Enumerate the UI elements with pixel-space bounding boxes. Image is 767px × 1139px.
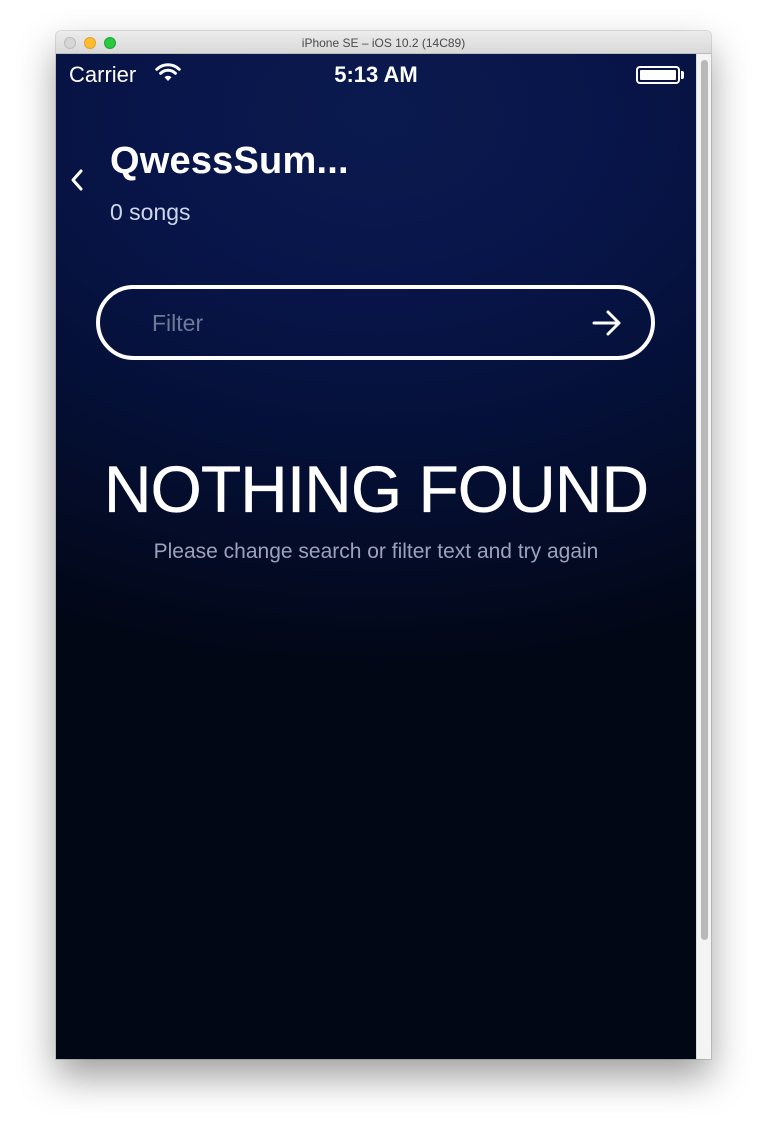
arrow-right-icon[interactable] [592,309,622,337]
window-titlebar[interactable]: iPhone SE – iOS 10.2 (14C89) [56,31,711,54]
battery-level [640,70,676,80]
window-title: iPhone SE – iOS 10.2 (14C89) [301,36,466,50]
empty-state-message: Please change search or filter text and … [153,540,599,563]
filter-input[interactable] [150,305,574,341]
battery-tip [681,71,684,79]
scrollbar[interactable] [696,54,711,1059]
status-time: 5:13 AM [334,62,418,87]
playlist-title: QwessSum... [110,140,349,182]
simulator-window: iPhone SE – iOS 10.2 (14C89) Carrier 5:1… [56,31,711,1059]
battery-icon [636,66,680,84]
filter-field[interactable] [96,285,655,360]
app-screen: Carrier 5:13 AM QwessSum... 0 songs NOTH [56,54,696,1059]
song-count: 0 songs [110,199,191,225]
empty-state-title: NOTHING FOUND [103,452,650,526]
chevron-left-icon [71,169,83,191]
scrollbar-thumb[interactable] [701,60,708,940]
back-button[interactable] [66,162,92,198]
